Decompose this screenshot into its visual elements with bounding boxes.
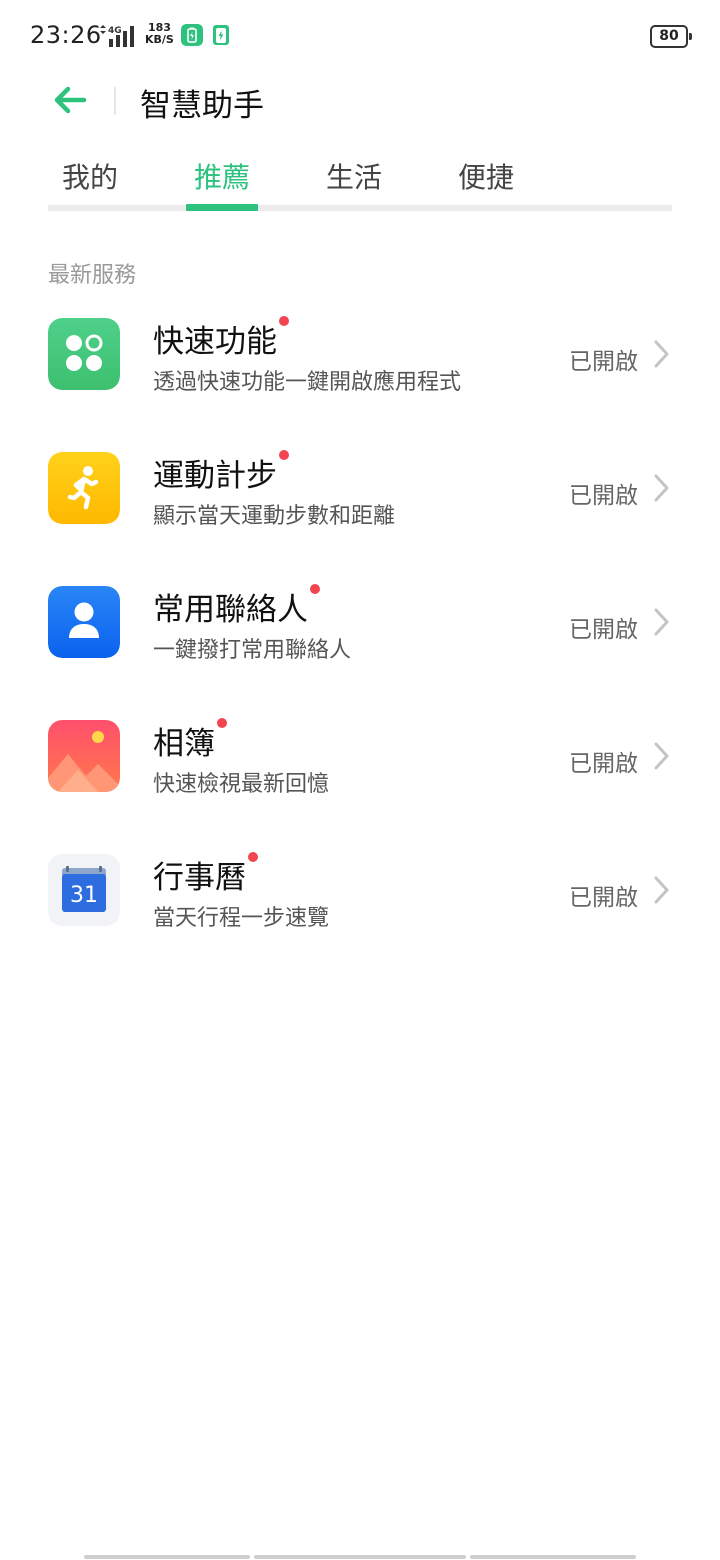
chevron-right-icon <box>654 742 669 770</box>
battery-level: 80 <box>650 25 692 48</box>
status-bar: 23:26 4G 183 KB/S 80 <box>0 0 720 72</box>
service-status: 已開啟 <box>569 483 638 509</box>
header-divider <box>114 87 116 115</box>
service-title: 常用聯絡人 <box>153 584 320 629</box>
page-title: 智慧助手 <box>140 88 264 124</box>
service-status: 已開啟 <box>569 885 638 911</box>
chevron-right-icon <box>654 876 669 904</box>
service-title: 相簿 <box>153 718 227 763</box>
battery-saver-app-icon <box>181 24 203 46</box>
new-badge-dot <box>279 316 289 326</box>
service-item-contacts[interactable]: 常用聯絡人 一鍵撥打常用聯絡人 已開啟 <box>0 584 720 706</box>
calendar-icon: 31 <box>48 854 120 926</box>
battery-charge-app-icon <box>213 25 229 45</box>
gesture-navigation-bar <box>84 1555 636 1559</box>
service-status: 已開啟 <box>569 617 638 643</box>
chevron-right-icon <box>654 340 669 368</box>
tab-indicator <box>186 204 258 211</box>
service-title: 快速功能 <box>153 316 289 361</box>
contacts-icon <box>48 586 120 658</box>
service-title: 行事曆 <box>153 852 258 897</box>
network-speed-unit: KB/S <box>145 33 174 46</box>
service-status: 已開啟 <box>569 751 638 777</box>
tab-bar: 我的 推薦 生活 便捷 <box>48 150 672 212</box>
nav-gesture-left[interactable] <box>84 1555 250 1559</box>
service-item-calendar[interactable]: 31 行事曆 當天行程一步速覽 已開啟 <box>0 852 720 974</box>
service-description: 一鍵撥打常用聯絡人 <box>153 638 352 663</box>
new-badge-dot <box>279 450 289 460</box>
status-time: 23:26 <box>30 21 102 49</box>
step-counter-icon <box>48 452 120 524</box>
service-item-step-counter[interactable]: 運動計步 顯示當天運動步數和距離 已開啟 <box>0 450 720 572</box>
section-label: 最新服務 <box>48 263 137 288</box>
app-header: 智慧助手 <box>0 72 720 132</box>
new-badge-dot <box>217 718 227 728</box>
tab-shortcuts[interactable]: 便捷 <box>458 156 514 196</box>
chevron-right-icon <box>654 608 669 636</box>
service-description: 顯示當天運動步數和距離 <box>153 504 396 529</box>
new-badge-dot <box>248 852 258 862</box>
service-description: 快速檢視最新回憶 <box>153 772 330 797</box>
network-type: 4G <box>108 26 122 36</box>
chevron-right-icon <box>654 474 669 502</box>
quick-function-icon <box>48 318 120 390</box>
arrow-left-icon <box>54 86 87 114</box>
service-title: 運動計步 <box>153 450 289 495</box>
nav-gesture-home[interactable] <box>254 1555 466 1559</box>
cellular-signal-icon: 4G <box>100 25 134 47</box>
service-item-quick-function[interactable]: 快速功能 透過快速功能一鍵開啟應用程式 已開啟 <box>0 316 720 438</box>
service-status: 已開啟 <box>569 349 638 375</box>
tab-mine[interactable]: 我的 <box>62 156 118 196</box>
network-speed: 183 KB/S <box>145 22 174 46</box>
service-description: 透過快速功能一鍵開啟應用程式 <box>153 370 462 395</box>
service-item-photos[interactable]: 相簿 快速檢視最新回憶 已開啟 <box>0 718 720 840</box>
nav-gesture-right[interactable] <box>470 1555 636 1559</box>
new-badge-dot <box>310 584 320 594</box>
photos-icon <box>48 720 120 792</box>
calendar-icon-day: 31 <box>70 883 98 908</box>
back-button[interactable] <box>46 82 94 118</box>
tab-recommended[interactable]: 推薦 <box>194 156 250 196</box>
tab-life[interactable]: 生活 <box>326 156 382 196</box>
service-description: 當天行程一步速覽 <box>153 906 330 931</box>
tab-track <box>48 205 672 211</box>
